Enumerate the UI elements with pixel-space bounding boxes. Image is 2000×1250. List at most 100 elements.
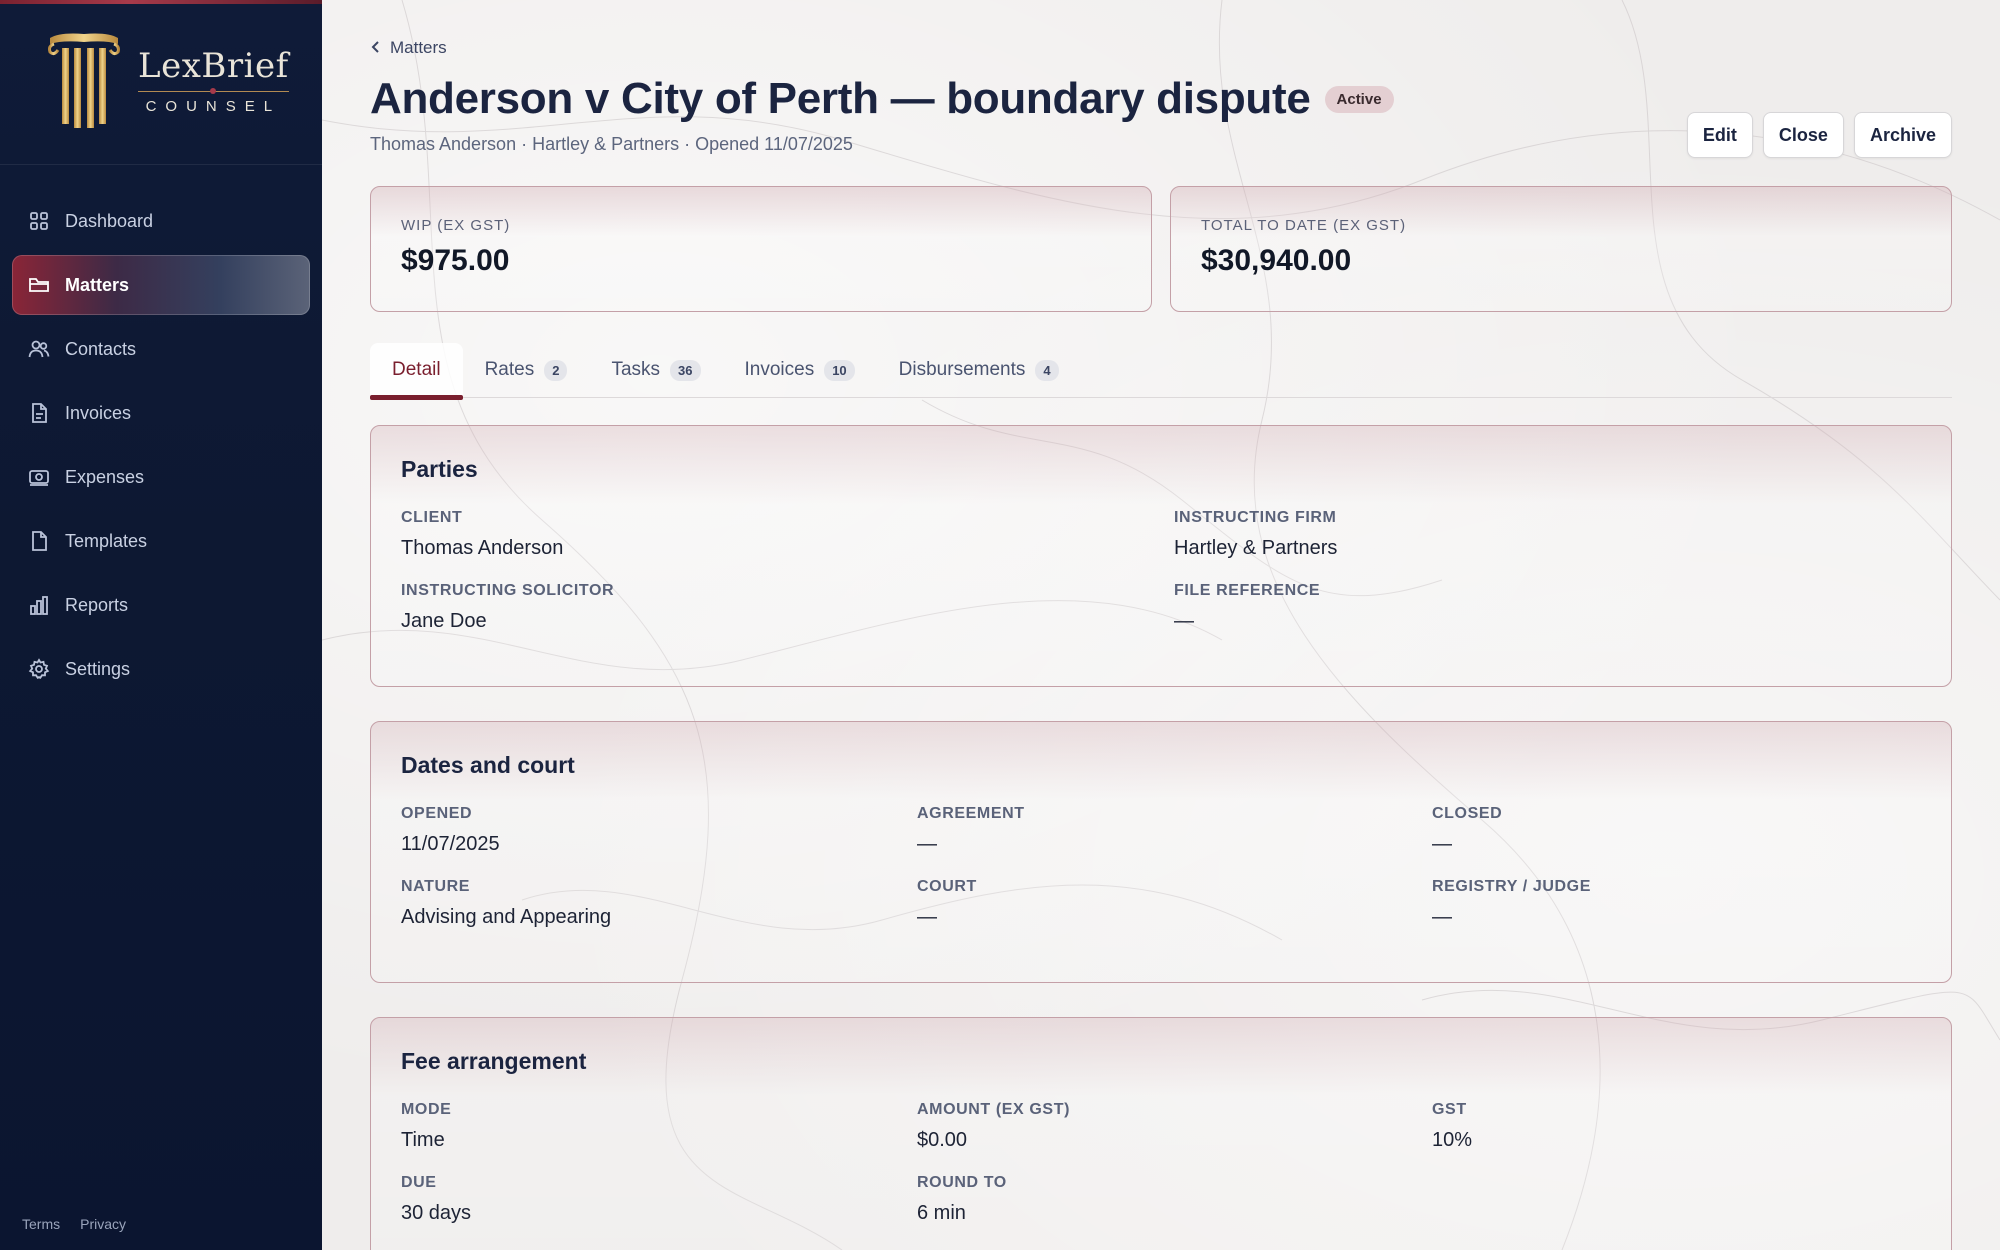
sidebar-item-label: Expenses (65, 466, 145, 487)
firm-value[interactable]: Hartley & Partners (1174, 537, 1921, 560)
field-label: MODE (401, 1101, 452, 1118)
client-value[interactable]: Thomas Anderson (401, 537, 1174, 560)
tab-count: 10 (824, 359, 855, 381)
sidebar-nav: Dashboard Matters Contacts Invoices Expe… (0, 165, 322, 699)
nature-field: NATURE Advising and Appearing (401, 878, 917, 929)
field-label: INSTRUCTING SOLICITOR (401, 582, 615, 599)
agreement-field: AGREEMENT — (917, 805, 1432, 856)
tab-count: 4 (1035, 359, 1059, 381)
field-label: REGISTRY / JUDGE (1432, 878, 1591, 895)
panel-title: Parties (401, 456, 478, 482)
due-value: 30 days (401, 1202, 472, 1224)
registry-field: REGISTRY / JUDGE — (1432, 878, 1921, 929)
wip-card: WIP (EX GST) $975.00 (370, 186, 1152, 312)
client-field: CLIENT Thomas Anderson (401, 509, 1174, 560)
file-reference-field: FILE REFERENCE — (1174, 582, 1921, 633)
field-label: GST (1432, 1101, 1467, 1118)
title-row: Anderson v City of Perth — boundary disp… (370, 74, 1394, 124)
sidebar-item-label: Settings (65, 658, 131, 679)
parties-panel: Parties CLIENT Thomas Anderson INSTRUCTI… (370, 425, 1952, 687)
sidebar-item-label: Templates (65, 530, 148, 551)
wip-value: $975.00 (401, 244, 510, 277)
opened-field: OPENED 11/07/2025 (401, 805, 917, 856)
folder-icon (28, 274, 50, 296)
breadcrumb[interactable]: Matters (370, 38, 447, 58)
field-label: AMOUNT (EX GST) (917, 1101, 1070, 1118)
sidebar-footer: Terms Privacy (22, 1216, 126, 1232)
sidebar-item-invoices[interactable]: Invoices (12, 383, 310, 443)
page-title: Anderson v City of Perth — boundary disp… (370, 74, 1311, 123)
privacy-link[interactable]: Privacy (80, 1216, 126, 1232)
field-label: CLOSED (1432, 805, 1503, 822)
pillar-logo-icon (48, 33, 120, 128)
total-value: $30,940.00 (1201, 244, 1352, 277)
gear-icon (28, 658, 50, 680)
total-card: TOTAL TO DATE (EX GST) $30,940.00 (1170, 186, 1952, 312)
dates-panel: Dates and court OPENED 11/07/2025 AGREEM… (370, 721, 1952, 983)
field-label: DUE (401, 1174, 437, 1191)
sidebar-item-matters[interactable]: Matters (12, 255, 310, 315)
registry-value: — (1432, 906, 1452, 928)
panel-title: Dates and court (401, 752, 575, 778)
terms-link[interactable]: Terms (22, 1216, 60, 1232)
mode-field: MODE Time (401, 1101, 917, 1152)
field-label: AGREEMENT (917, 805, 1025, 822)
sidebar-item-label: Reports (65, 594, 129, 615)
round-field: ROUND TO 6 min (917, 1174, 1432, 1225)
solicitor-field: INSTRUCTING SOLICITOR Jane Doe (401, 582, 1174, 633)
close-button[interactable]: Close (1762, 112, 1844, 158)
gst-value: 10% (1432, 1129, 1473, 1151)
tab-tasks[interactable]: Tasks 36 (589, 343, 722, 397)
tab-label: Tasks (611, 359, 661, 380)
sidebar-item-label: Matters (65, 274, 130, 295)
sidebar-item-settings[interactable]: Settings (12, 639, 310, 699)
tab-label: Disbursements (898, 359, 1026, 380)
sidebar-item-reports[interactable]: Reports (12, 575, 310, 635)
matter-tabs: Detail Rates 2 Tasks 36 Invoices 10 Disb… (370, 343, 1952, 400)
tab-rates[interactable]: Rates 2 (463, 343, 590, 397)
tab-detail[interactable]: Detail (370, 343, 463, 400)
brand-divider (138, 91, 289, 92)
sidebar-item-expenses[interactable]: Expenses (12, 447, 310, 507)
field-label: OPENED (401, 805, 473, 822)
sidebar-item-dashboard[interactable]: Dashboard (12, 191, 310, 251)
mode-value: Time (401, 1129, 445, 1151)
template-icon (28, 530, 50, 552)
closed-field: CLOSED — (1432, 805, 1921, 856)
firm-field: INSTRUCTING FIRM Hartley & Partners (1174, 509, 1921, 560)
expenses-icon (28, 466, 50, 488)
archive-button[interactable]: Archive (1853, 112, 1952, 158)
status-badge: Active (1324, 85, 1394, 113)
tab-count: 36 (670, 359, 701, 381)
field-label: NATURE (401, 878, 471, 895)
round-value: 6 min (917, 1202, 966, 1224)
sidebar-item-label: Dashboard (65, 210, 154, 231)
closed-value: — (1432, 833, 1452, 855)
sidebar-item-contacts[interactable]: Contacts (12, 319, 310, 379)
court-value: — (917, 906, 937, 928)
opened-value: 11/07/2025 (401, 833, 500, 855)
amount-field: AMOUNT (EX GST) $0.00 (917, 1101, 1432, 1152)
tab-disbursements[interactable]: Disbursements 4 (877, 343, 1081, 397)
nature-value: Advising and Appearing (401, 906, 612, 928)
agreement-value: — (917, 833, 937, 855)
edit-button[interactable]: Edit (1686, 112, 1753, 158)
field-label: FILE REFERENCE (1174, 582, 1321, 599)
brand-name: LexBrief (138, 46, 289, 86)
tab-label: Rates (484, 359, 535, 380)
fee-panel: Fee arrangement MODE Time AMOUNT (EX GST… (370, 1017, 1952, 1250)
field-label: INSTRUCTING FIRM (1174, 509, 1337, 526)
dashboard-icon (28, 210, 50, 232)
invoice-icon (28, 402, 50, 424)
main-content: Matters Anderson v City of Perth — bound… (322, 0, 2000, 1250)
wip-label: WIP (EX GST) (401, 217, 511, 234)
panel-title: Fee arrangement (401, 1048, 587, 1074)
breadcrumb-matters[interactable]: Matters (390, 38, 447, 58)
gst-field: GST 10% (1432, 1101, 1921, 1152)
file-reference-value: — (1174, 610, 1194, 632)
tab-invoices[interactable]: Invoices 10 (723, 343, 877, 397)
tab-count: 2 (544, 359, 568, 381)
sidebar-item-templates[interactable]: Templates (12, 511, 310, 571)
brand[interactable]: LexBrief COUNSEL (0, 0, 322, 165)
due-field: DUE 30 days (401, 1174, 917, 1225)
